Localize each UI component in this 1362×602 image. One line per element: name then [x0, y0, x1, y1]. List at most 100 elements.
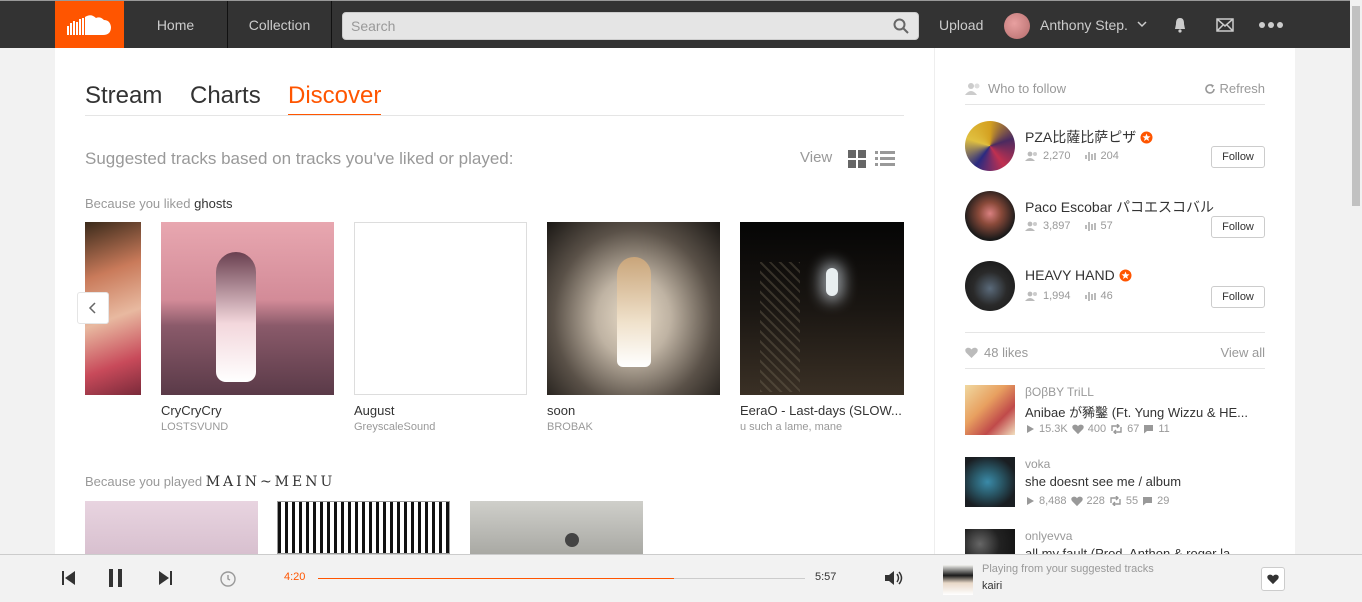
suggested-user-name[interactable]: HEAVY HAND — [1025, 267, 1132, 283]
scrollbar-thumb[interactable] — [1352, 6, 1360, 206]
follow-button[interactable]: Follow — [1211, 216, 1265, 238]
search-icon[interactable] — [893, 18, 909, 34]
user-stats: 3,897 57 — [1025, 220, 1113, 232]
track-artwork[interactable] — [965, 529, 1015, 554]
track-card[interactable]: soon BROBAK — [547, 222, 720, 433]
volume-icon[interactable] — [884, 570, 904, 586]
refresh-button[interactable]: Refresh — [1204, 81, 1265, 96]
progress-fill — [318, 578, 674, 579]
who-to-follow-header: Who to follow — [965, 81, 1066, 96]
comment-icon — [1143, 497, 1153, 506]
user-avatar[interactable] — [1004, 13, 1030, 39]
user-menu[interactable]: Anthony Step. — [1040, 1, 1128, 48]
track-card[interactable]: August GreyscaleSound — [354, 222, 527, 433]
because-track-link[interactable]: MAIN~MENU — [206, 474, 336, 490]
liked-track[interactable]: onlyevva all my fault (Prod. Anthon & ro… — [965, 529, 1265, 554]
carousel-prev-button[interactable] — [77, 292, 109, 324]
sidebar: Who to follow Refresh PZA比薩比萨ピザ 2,270 20… — [934, 48, 1295, 554]
track-artist[interactable]: voka — [1025, 457, 1050, 471]
liked-track[interactable]: voka she doesnt see me / album 8,488 228… — [965, 457, 1265, 513]
grid-view-icon[interactable] — [848, 150, 866, 168]
suggested-user[interactable]: Paco Escobar パコエスコバル 3,897 57 Follow — [965, 191, 1265, 243]
repeat-icon[interactable] — [219, 570, 237, 588]
now-playing-title[interactable]: kairi — [982, 580, 1002, 592]
track-title[interactable]: all my fault (Prod. Anthon & roger la... — [1025, 546, 1265, 554]
suggested-user-name[interactable]: Paco Escobar パコエスコバル — [1025, 197, 1214, 217]
repost-icon — [1111, 424, 1122, 434]
tracks-count: 204 — [1100, 150, 1119, 162]
track-artwork[interactable] — [965, 385, 1015, 435]
because-liked: Because you liked ghosts — [85, 196, 232, 211]
follow-button[interactable]: Follow — [1211, 286, 1265, 308]
track-title[interactable]: she doesnt see me / album — [1025, 474, 1265, 489]
chevron-left-icon — [88, 302, 96, 314]
pause-icon[interactable] — [108, 568, 124, 588]
previous-track-icon[interactable] — [62, 570, 76, 586]
tab-discover[interactable]: Discover — [288, 82, 382, 115]
suggested-user[interactable]: PZA比薩比萨ピザ 2,270 204 Follow — [965, 121, 1265, 173]
main-content: Stream Charts Discover Suggested tracks … — [55, 48, 934, 554]
mail-icon[interactable] — [1216, 18, 1234, 32]
nav-home[interactable]: Home — [124, 1, 228, 48]
tab-stream[interactable]: Stream — [85, 82, 162, 110]
tracks-icon — [1084, 292, 1096, 301]
track-artist[interactable]: GreyscaleSound — [354, 421, 527, 433]
view-all-link[interactable]: View all — [1220, 345, 1265, 360]
suggested-user[interactable]: HEAVY HAND 1,994 46 Follow — [965, 261, 1265, 313]
comments-count: 29 — [1157, 495, 1170, 507]
follow-button[interactable]: Follow — [1211, 146, 1265, 168]
likes-header: 48 likes — [965, 345, 1028, 360]
elapsed-time: 4:20 — [284, 571, 306, 583]
track-artist[interactable]: u such a lame, mane — [740, 421, 904, 433]
likes-count[interactable]: 48 likes — [984, 345, 1028, 360]
track-card[interactable]: CryCryCry LOSTSVUND — [161, 222, 334, 433]
likes-stat: 400 — [1087, 423, 1107, 435]
track-artwork[interactable] — [277, 501, 450, 554]
suggested-user-name[interactable]: PZA比薩比萨ピザ — [1025, 127, 1153, 147]
bell-icon[interactable] — [1172, 17, 1188, 33]
list-view-icon[interactable] — [875, 150, 895, 168]
track-artist[interactable]: BROBAK — [547, 421, 720, 433]
like-button[interactable] — [1261, 567, 1285, 591]
users-icon — [965, 82, 980, 95]
track-artwork[interactable] — [161, 222, 334, 395]
track-artist[interactable]: βOβBY TriLL — [1025, 385, 1094, 399]
user-name-text: PZA比薩比萨ピザ — [1025, 129, 1137, 145]
track-title[interactable]: CryCryCry — [161, 403, 334, 418]
because-track-link[interactable]: ghosts — [194, 196, 232, 211]
playing-from-context[interactable]: Playing from your suggested tracks — [982, 563, 1154, 575]
search-input[interactable] — [343, 13, 918, 39]
track-title[interactable]: EeraO - Last-days (SLOW... — [740, 403, 904, 418]
soundcloud-logo[interactable] — [55, 1, 124, 48]
track-artwork[interactable] — [740, 222, 904, 395]
user-avatar[interactable] — [965, 191, 1015, 241]
track-artwork[interactable] — [85, 501, 258, 554]
track-artist[interactable]: onlyevva — [1025, 529, 1072, 543]
upload-link[interactable]: Upload — [939, 1, 983, 48]
top-nav: Home Collection Upload Anthony Step. — [0, 0, 1362, 48]
track-title[interactable]: August — [354, 403, 527, 418]
track-artwork[interactable] — [965, 457, 1015, 507]
liked-track[interactable]: βOβBY TriLL Anibae が豨鑿 (Ft. Yung Wizzu &… — [965, 385, 1265, 441]
more-icon[interactable] — [1259, 17, 1283, 33]
track-artwork[interactable] — [354, 222, 527, 395]
tab-charts[interactable]: Charts — [190, 82, 261, 110]
search-bar — [342, 12, 919, 40]
now-playing-artwork[interactable] — [943, 565, 973, 595]
total-time: 5:57 — [815, 571, 837, 583]
next-track-icon[interactable] — [158, 570, 172, 586]
progress-bar[interactable] — [318, 578, 805, 579]
nav-collection[interactable]: Collection — [228, 1, 332, 48]
chevron-down-icon[interactable] — [1137, 19, 1147, 29]
track-artwork[interactable] — [470, 501, 643, 554]
track-title[interactable]: Anibae が豨鑿 (Ft. Yung Wizzu & HE... — [1025, 402, 1265, 421]
tab-bar: Stream Charts Discover — [85, 78, 904, 116]
track-card[interactable]: EeraO - Last-days (SLOW... u such a lame… — [740, 222, 904, 433]
user-avatar[interactable] — [965, 261, 1015, 311]
because-prefix: Because you liked — [85, 196, 191, 211]
track-title[interactable]: soon — [547, 403, 720, 418]
track-artwork[interactable] — [547, 222, 720, 395]
pro-badge-icon — [1140, 131, 1153, 143]
user-avatar[interactable] — [965, 121, 1015, 171]
track-artist[interactable]: LOSTSVUND — [161, 421, 334, 433]
